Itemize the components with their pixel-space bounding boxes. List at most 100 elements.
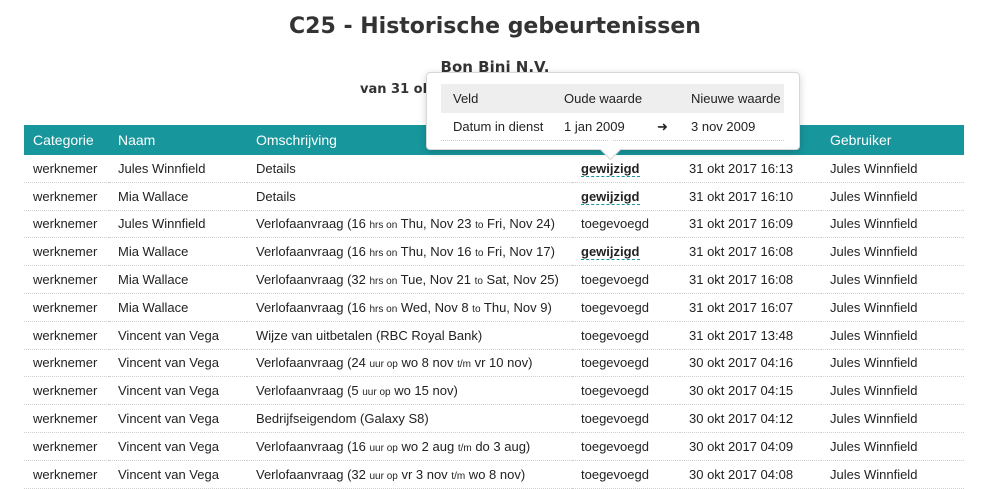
cell-category: werknemer: [24, 265, 109, 294]
column-header-category: Categorie: [24, 125, 109, 155]
table-row: werknemer Vincent van Vega Wijze van uitbe…: [24, 321, 964, 350]
description-text: Fri, Nov 17): [483, 244, 555, 260]
cell-user: Jules Winnfield: [821, 349, 964, 378]
cell-name: Vincent van Vega: [109, 376, 247, 406]
cell-user: Jules Winnfield: [821, 460, 964, 489]
cell-timestamp: 30 okt 2017 04:15: [680, 376, 821, 406]
cell-name: Mia Wallace: [109, 265, 247, 294]
column-header-name: Naam: [109, 125, 247, 155]
cell-description: Verlofaanvraag (32 uur op vr 3 nov t/m w…: [247, 460, 572, 489]
history-table: Categorie Naam Omschrijving Gebruiker we…: [24, 125, 964, 489]
description-text: Verlofaanvraag (16: [256, 438, 370, 454]
cell-name: Mia Wallace: [109, 182, 247, 211]
description-connector: to: [474, 276, 483, 288]
cell-action: toegevoegd: [572, 432, 680, 461]
cell-timestamp: 31 okt 2017 16:08: [680, 265, 821, 294]
table-row: werknemer Mia Wallace Verlofaanvraag (32 h…: [24, 265, 964, 294]
changed-link[interactable]: gewijzigd: [581, 244, 640, 261]
cell-name: Jules Winnfield: [109, 210, 247, 239]
description-text: vr 10 nov): [470, 355, 533, 371]
table-row: werknemer Mia Wallace Verlofaanvraag (16 h…: [24, 237, 964, 267]
cell-category: werknemer: [24, 155, 109, 183]
cell-action: toegevoegd: [572, 265, 680, 294]
description-text: Verlofaanvraag (24: [256, 355, 370, 371]
tooltip-old-value: 1 jan 2009: [564, 119, 625, 134]
table-row: werknemer Mia Wallace Verlofaanvraag (16 h…: [24, 293, 964, 322]
cell-user: Jules Winnfield: [821, 404, 964, 433]
changed-link[interactable]: gewijzigd: [581, 160, 640, 177]
changed-link[interactable]: gewijzigd: [581, 188, 640, 205]
cell-user: Jules Winnfield: [821, 432, 964, 461]
cell-category: werknemer: [24, 349, 109, 378]
description-text: Wijze van uitbetalen (RBC Royal Bank): [256, 327, 483, 343]
action-label: toegevoegd: [581, 466, 649, 482]
description-text: Verlofaanvraag (16: [256, 216, 370, 232]
description-connector: uur op: [369, 442, 398, 454]
cell-timestamp: 31 okt 2017 16:10: [680, 182, 821, 211]
cell-category: werknemer: [24, 404, 109, 433]
cell-name: Mia Wallace: [109, 237, 247, 267]
description-text: Details: [256, 188, 296, 204]
table-row: werknemer Jules Winnfield Verlofaanvraag (…: [24, 210, 964, 239]
cell-category: werknemer: [24, 376, 109, 406]
action-label: toegevoegd: [581, 327, 649, 343]
cell-timestamp: 30 okt 2017 04:12: [680, 404, 821, 433]
cell-user: Jules Winnfield: [821, 210, 964, 239]
description-connector: uur op: [362, 387, 391, 399]
cell-description: Verlofaanvraag (24 uur op wo 8 nov t/m v…: [247, 349, 572, 378]
description-text: Verlofaanvraag (32: [256, 466, 370, 482]
tooltip-header-old-value: Oude waarde: [564, 91, 643, 106]
cell-category: werknemer: [24, 182, 109, 211]
description-connector: to: [472, 303, 481, 315]
cell-category: werknemer: [24, 237, 109, 267]
cell-description: Verlofaanvraag (5 uur op wo 15 nov): [247, 376, 572, 406]
description-text: wo 2 aug: [397, 438, 458, 454]
description-text: vr 3 nov: [397, 466, 452, 482]
cell-category: werknemer: [24, 210, 109, 239]
cell-timestamp: 31 okt 2017 13:48: [680, 321, 821, 350]
cell-action: toegevoegd: [572, 460, 680, 489]
cell-timestamp: 30 okt 2017 04:08: [680, 460, 821, 489]
description-text: Details: [256, 160, 296, 176]
cell-action: gewijzigd: [572, 182, 680, 211]
description-text: wo 8 nov: [397, 355, 458, 371]
tooltip-header-new-value: Nieuwe waarde: [691, 91, 781, 106]
description-connector: uur op: [369, 359, 398, 371]
cell-description: Verlofaanvraag (16 hrs on Wed, Nov 8 to …: [247, 293, 572, 322]
cell-description: Details: [247, 182, 572, 211]
cell-category: werknemer: [24, 432, 109, 461]
description-connector: hrs on: [369, 276, 398, 288]
description-text: Fri, Nov 24): [483, 216, 555, 232]
description-text: Verlofaanvraag (5: [256, 383, 363, 399]
cell-description: Bedrijfseigendom (Galaxy S8): [247, 404, 572, 433]
description-text: Verlofaanvraag (16: [256, 299, 370, 315]
action-label: toegevoegd: [581, 411, 649, 427]
change-details-tooltip: Veld Oude waarde Nieuwe waarde Datum in …: [426, 72, 800, 161]
cell-action: toegevoegd: [572, 404, 680, 433]
table-row: werknemer Mia Wallace Details gewijzigd 31 o…: [24, 182, 964, 211]
cell-name: Vincent van Vega: [109, 432, 247, 461]
cell-action: gewijzigd: [572, 155, 680, 183]
cell-user: Jules Winnfield: [821, 321, 964, 350]
cell-name: Vincent van Vega: [109, 460, 247, 489]
action-label: toegevoegd: [581, 272, 649, 288]
cell-timestamp: 31 okt 2017 16:08: [680, 237, 821, 267]
action-label: toegevoegd: [581, 438, 649, 454]
cell-description: Verlofaanvraag (32 hrs on Tue, Nov 21 to…: [247, 265, 572, 294]
cell-name: Vincent van Vega: [109, 321, 247, 350]
cell-category: werknemer: [24, 293, 109, 322]
cell-description: Verlofaanvraag (16 hrs on Thu, Nov 23 to…: [247, 210, 572, 239]
cell-category: werknemer: [24, 460, 109, 489]
table-row: werknemer Vincent van Vega Verlofaanvraag …: [24, 432, 964, 461]
description-text: do 3 aug): [471, 438, 531, 454]
description-text: Thu, Nov 16: [397, 244, 476, 260]
cell-category: werknemer: [24, 321, 109, 350]
cell-name: Vincent van Vega: [109, 349, 247, 378]
cell-user: Jules Winnfield: [821, 155, 964, 183]
table-row: werknemer Vincent van Vega Verlofaanvraag …: [24, 460, 964, 489]
cell-user: Jules Winnfield: [821, 265, 964, 294]
description-text: Thu, Nov 9): [480, 299, 552, 315]
action-label: toegevoegd: [581, 383, 649, 399]
cell-timestamp: 31 okt 2017 16:09: [680, 210, 821, 239]
table-row: werknemer Vincent van Vega Verlofaanvraag …: [24, 376, 964, 406]
